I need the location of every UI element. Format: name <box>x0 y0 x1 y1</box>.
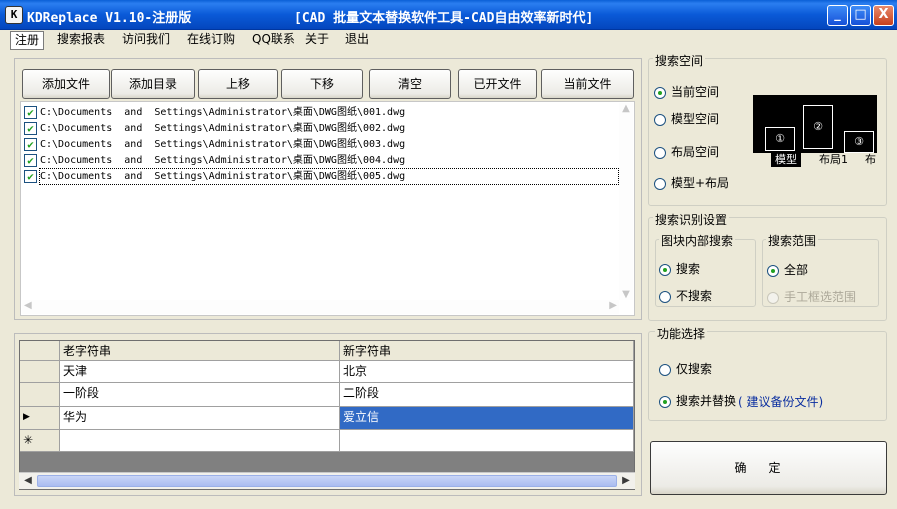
file-list-vscroll[interactable]: ▲ ▼ <box>619 103 633 300</box>
file-row[interactable]: ✔ C:\Documents and Settings\Administrato… <box>24 137 624 152</box>
scroll-left-icon[interactable]: ◀ <box>21 474 35 488</box>
radio-label: 搜索并替换 <box>676 394 737 408</box>
title-bar: K KDReplace V1.10-注册版 [CAD 批量文本替换软件工具-CA… <box>0 0 897 30</box>
space-preview-image: ① ② ③ 模型 布局1 布 <box>753 95 877 167</box>
minimize-button[interactable]: _ <box>827 5 848 26</box>
scroll-right-icon[interactable]: ▶ <box>619 474 633 488</box>
grid-header-old[interactable]: 老字符串 <box>60 341 340 361</box>
menu-qq-contact[interactable]: QQ联系 <box>248 31 299 50</box>
backup-hint: ( 建议备份文件) <box>738 395 824 409</box>
radio-dot[interactable] <box>659 264 671 276</box>
app-icon: K <box>5 6 23 24</box>
scroll-down-icon[interactable]: ▼ <box>619 289 633 300</box>
search-range-title: 搜索范围 <box>766 232 819 249</box>
grid-scroll-thumb[interactable] <box>37 475 617 487</box>
radio-dot[interactable] <box>767 292 779 304</box>
radio-label: 当前空间 <box>671 85 720 99</box>
open-files-button[interactable]: 已开文件 <box>458 69 537 99</box>
maximize-button[interactable]: □ <box>850 5 871 26</box>
grid-hscroll[interactable]: ◀ ▶ <box>19 472 635 489</box>
radio-dot[interactable] <box>654 178 666 190</box>
file-checkbox[interactable]: ✔ <box>24 122 37 135</box>
row-indicator[interactable] <box>20 361 60 383</box>
replace-grid[interactable]: 老字符串 新字符串 天津 北京 一阶段 二阶段 ▶ 华为 爱立信 ✳ <box>19 340 635 490</box>
file-row-selected[interactable]: ✔ C:\Documents and Settings\Administrato… <box>24 168 624 185</box>
file-path: C:\Documents and Settings\Administrator\… <box>39 168 619 185</box>
radio-label: 全部 <box>784 263 809 277</box>
function-title: 功能选择 <box>655 325 708 342</box>
file-list[interactable]: ✔ C:\Documents and Settings\Administrato… <box>20 101 635 316</box>
close-button[interactable]: X <box>873 5 894 26</box>
file-checkbox[interactable]: ✔ <box>24 154 37 167</box>
file-row[interactable]: ✔ C:\Documents and Settings\Administrato… <box>24 105 624 120</box>
radio-label: 布局空间 <box>671 145 720 159</box>
menu-about[interactable]: 关于 <box>301 31 333 50</box>
search-settings-title: 搜索识别设置 <box>653 211 730 228</box>
add-file-button[interactable]: 添加文件 <box>22 69 110 99</box>
menu-online-order[interactable]: 在线订购 <box>183 31 239 50</box>
scroll-right-icon[interactable]: ▶ <box>609 300 617 311</box>
menu-exit[interactable]: 退出 <box>341 31 373 50</box>
file-row[interactable]: ✔ C:\Documents and Settings\Administrato… <box>24 121 624 136</box>
menu-register[interactable]: 注册 <box>10 31 45 50</box>
file-row[interactable]: ✔ C:\Documents and Settings\Administrato… <box>24 153 624 168</box>
file-path: C:\Documents and Settings\Administrator\… <box>40 139 406 150</box>
sheet-1-label: ① <box>765 127 795 151</box>
radio-dot[interactable] <box>659 291 671 303</box>
file-checkbox[interactable]: ✔ <box>24 106 37 119</box>
block-search-title: 图块内部搜索 <box>659 232 736 249</box>
move-down-button[interactable]: 下移 <box>281 69 363 99</box>
radio-label: 模型空间 <box>671 112 720 126</box>
grid-header-new[interactable]: 新字符串 <box>340 341 634 361</box>
file-path: C:\Documents and Settings\Administrator\… <box>40 107 406 118</box>
menu-visit-us[interactable]: 访问我们 <box>118 31 174 50</box>
tab-model: 模型 <box>771 153 801 167</box>
menu-bar: 注册 搜索报表 访问我们 在线订购 QQ联系 关于 退出 <box>0 30 897 50</box>
ok-button[interactable]: 确定 <box>650 441 887 495</box>
file-checkbox[interactable]: ✔ <box>24 170 37 183</box>
row-indicator[interactable]: ▶ <box>20 407 60 430</box>
grid-cell-new[interactable] <box>340 430 634 452</box>
radio-label: 仅搜索 <box>676 362 713 376</box>
row-indicator[interactable] <box>20 383 60 407</box>
radio-dot[interactable] <box>654 114 666 126</box>
grid-cell-old[interactable] <box>60 430 340 452</box>
window-title: KDReplace V1.10-注册版 <box>27 11 192 26</box>
row-indicator-new[interactable]: ✳ <box>20 430 60 452</box>
grid-cell-old[interactable]: 一阶段 <box>60 383 340 407</box>
scroll-left-icon[interactable]: ◀ <box>24 300 32 311</box>
search-space-title: 搜索空间 <box>653 52 706 69</box>
menu-search-report[interactable]: 搜索报表 <box>53 31 109 50</box>
grid-cell-new-selected[interactable]: 爱立信 <box>340 407 634 430</box>
sheet-3-label: ③ <box>844 131 874 153</box>
file-path: C:\Documents and Settings\Administrator\… <box>40 155 406 166</box>
radio-dot[interactable] <box>654 147 666 159</box>
radio-dot[interactable] <box>767 265 779 277</box>
tab-layout1: 布局1 <box>819 153 848 166</box>
file-checkbox[interactable]: ✔ <box>24 138 37 151</box>
add-folder-button[interactable]: 添加目录 <box>111 69 195 99</box>
radio-label: 手工框选范围 <box>784 290 857 304</box>
clear-button[interactable]: 清空 <box>369 69 451 99</box>
sheet-2-label: ② <box>803 105 833 149</box>
file-list-hscroll[interactable]: ◀ ▶ <box>22 300 619 314</box>
radio-dot[interactable] <box>659 396 671 408</box>
radio-label: 不搜索 <box>676 289 713 303</box>
current-file-button[interactable]: 当前文件 <box>541 69 634 99</box>
radio-dot[interactable] <box>654 87 666 99</box>
scroll-up-icon[interactable]: ▲ <box>619 103 633 114</box>
window-subtitle: [CAD 批量文本替换软件工具-CAD自由效率新时代] <box>294 11 594 26</box>
layout-tabs: 模型 布局1 布 <box>753 153 877 167</box>
radio-dot[interactable] <box>659 364 671 376</box>
tab-layout2: 布 <box>865 153 876 166</box>
radio-label: 模型+布局 <box>671 176 730 190</box>
file-path: C:\Documents and Settings\Administrator\… <box>40 123 406 134</box>
radio-label: 搜索 <box>676 262 701 276</box>
grid-cell-new[interactable]: 二阶段 <box>340 383 634 407</box>
grid-cell-old[interactable]: 天津 <box>60 361 340 383</box>
grid-cell-new[interactable]: 北京 <box>340 361 634 383</box>
grid-cell-old[interactable]: 华为 <box>60 407 340 430</box>
move-up-button[interactable]: 上移 <box>198 69 278 99</box>
grid-corner <box>20 341 60 361</box>
